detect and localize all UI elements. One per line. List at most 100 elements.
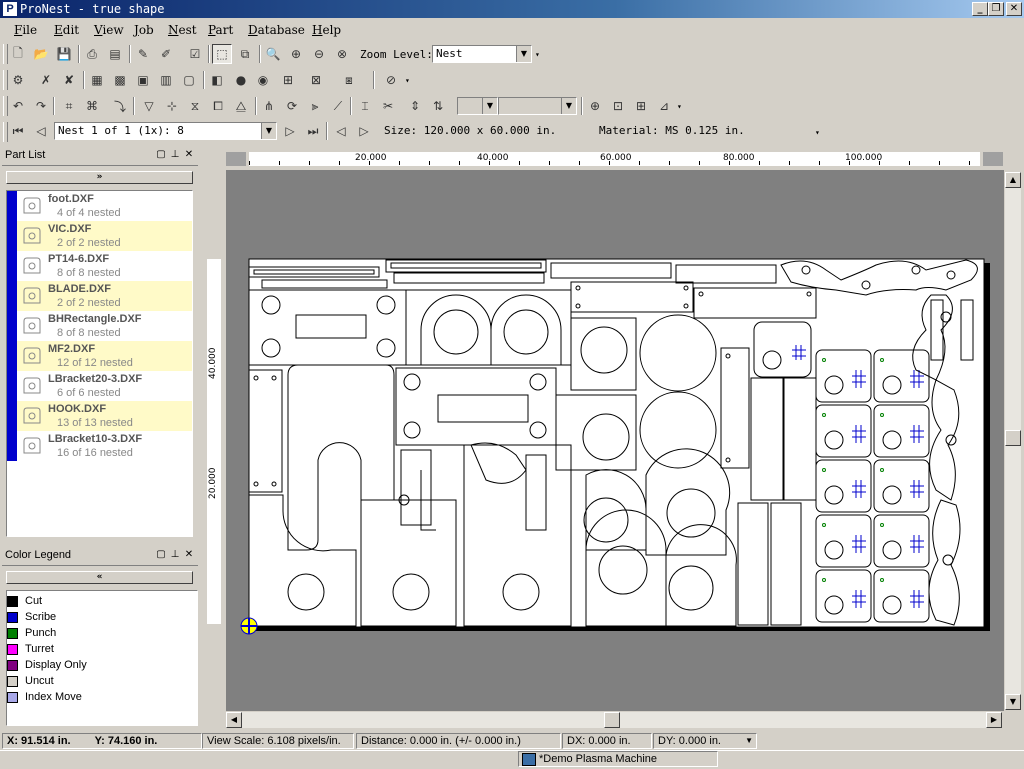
nest-all-icon[interactable]: ▩: [110, 70, 130, 90]
move-down-icon[interactable]: ▽: [139, 96, 159, 116]
grid-tool-icon[interactable]: ⊞: [278, 70, 298, 90]
open-folder-icon[interactable]: 📂: [31, 44, 51, 64]
add-part-icon[interactable]: ⚙: [8, 70, 28, 90]
add-note-icon[interactable]: ⊕: [585, 96, 605, 116]
next-nest-icon[interactable]: ▷: [280, 121, 300, 141]
menu-edit[interactable]: Edit: [50, 22, 83, 38]
restore-button[interactable]: ❐: [988, 2, 1004, 16]
scroll-right-icon[interactable]: ▶: [986, 712, 1002, 728]
part-list-item[interactable]: BHRectangle.DXF 8 of 8 nested: [17, 311, 192, 341]
crop-icon[interactable]: ✂: [378, 96, 398, 116]
disc-icon[interactable]: ●: [231, 70, 251, 90]
part-list-item[interactable]: foot.DXF 4 of 4 nested: [17, 191, 192, 221]
part-list-item[interactable]: LBracket10-3.DXF 16 of 16 nested: [17, 431, 192, 461]
part-list-item[interactable]: PT14-6.DXF 8 of 8 nested: [17, 251, 192, 281]
part-list-item[interactable]: BLADE.DXF 2 of 2 nested: [17, 281, 192, 311]
machine-indicator[interactable]: *Demo Plasma Machine: [518, 751, 718, 767]
align-icon[interactable]: ⫸: [305, 96, 325, 116]
pattern-icon[interactable]: ⊠: [306, 70, 326, 90]
panel-close-icon[interactable]: ✕: [183, 149, 195, 161]
disc-alt-icon[interactable]: ◉: [253, 70, 273, 90]
nest-strip-icon[interactable]: ▢: [179, 70, 199, 90]
previous-nest-icon[interactable]: ◁: [31, 121, 51, 141]
next-sheet-icon[interactable]: ▷: [354, 121, 374, 141]
property-dropdown-1[interactable]: ▼: [457, 97, 498, 115]
menu-nest[interactable]: Nest: [164, 22, 201, 38]
bridge-icon[interactable]: ⧠: [208, 96, 228, 116]
menu-file[interactable]: File: [10, 22, 41, 38]
vertical-scroll-thumb[interactable]: [1005, 430, 1021, 446]
order-icon[interactable]: ⇅: [428, 96, 448, 116]
origin-marker[interactable]: [240, 617, 258, 635]
nest-selector-dropdown[interactable]: Nest 1 of 1 (1x): 8 ▼: [54, 122, 277, 140]
part-list-item[interactable]: LBracket20-3.DXF 6 of 6 nested: [17, 371, 192, 401]
remove-all-parts-icon[interactable]: ✘: [59, 70, 79, 90]
fit-icon[interactable]: ⊡: [608, 96, 628, 116]
zoom-out-icon[interactable]: ⊖: [309, 44, 329, 64]
nest-drawing[interactable]: [226, 170, 1004, 711]
auto-nest-icon[interactable]: ▦: [87, 70, 107, 90]
minimize-button[interactable]: _: [972, 2, 988, 16]
print-icon[interactable]: ⎙: [82, 44, 102, 64]
part-list-item[interactable]: VIC.DXF 2 of 2 nested: [17, 221, 192, 251]
edit-part-icon[interactable]: ✎: [133, 44, 153, 64]
collision-icon[interactable]: ⊞: [631, 96, 651, 116]
zoom-window-icon[interactable]: 🔍: [263, 44, 283, 64]
measure-icon[interactable]: ⟋: [328, 96, 348, 116]
panel-close-icon[interactable]: ✕: [183, 549, 195, 561]
spacing-icon[interactable]: ⇕: [405, 96, 425, 116]
part-list-item[interactable]: MF2.DXF 12 of 12 nested: [17, 341, 192, 371]
rotate-icon[interactable]: ⟳: [282, 96, 302, 116]
center-icon[interactable]: ⊹: [162, 96, 182, 116]
property-dropdown-2[interactable]: ▼: [498, 97, 577, 115]
save-icon[interactable]: 💾: [54, 44, 74, 64]
report-icon[interactable]: ▤: [105, 44, 125, 64]
zoom-in-icon[interactable]: ⊕: [286, 44, 306, 64]
part-list-item[interactable]: HOOK.DXF 13 of 13 nested: [17, 401, 192, 431]
menu-help[interactable]: Help: [308, 22, 345, 38]
ungroup-icon[interactable]: ⌘: [82, 96, 102, 116]
lead-in-icon[interactable]: ⤵: [110, 96, 130, 116]
close-button[interactable]: ✕: [1006, 2, 1022, 16]
sheet-icon[interactable]: ◧: [207, 70, 227, 90]
menu-job[interactable]: Job: [130, 22, 158, 38]
simulate-icon[interactable]: ⊿: [654, 96, 674, 116]
menu-part[interactable]: Part: [204, 22, 237, 38]
scroll-up-icon[interactable]: ▲: [1005, 172, 1021, 188]
zoom-level-dropdown[interactable]: Nest ▼: [432, 45, 532, 63]
undo-icon[interactable]: ↶: [8, 96, 28, 116]
last-nest-icon[interactable]: ⏭: [303, 121, 323, 141]
first-nest-icon[interactable]: ⏮: [8, 121, 28, 141]
edit-nest-icon[interactable]: ✐: [156, 44, 176, 64]
delta-y[interactable]: DY: 0.000 in. ▼: [653, 733, 757, 749]
panel-float-icon[interactable]: ▢: [155, 549, 167, 561]
horizontal-scroll-thumb[interactable]: [604, 712, 620, 728]
redo-icon[interactable]: ↷: [31, 96, 51, 116]
toolbar-overflow-icon[interactable]: ▾: [815, 128, 820, 137]
nest-canvas[interactable]: [226, 170, 1004, 711]
menu-database[interactable]: Database: [244, 22, 309, 38]
nest-array-icon[interactable]: ▥: [156, 70, 176, 90]
panel-float-icon[interactable]: ▢: [155, 149, 167, 161]
clear-nest-icon[interactable]: ⊘: [381, 70, 401, 90]
mirror-icon[interactable]: ⋔: [259, 96, 279, 116]
toolbar-overflow-icon[interactable]: ▾: [677, 102, 682, 111]
common-line-icon[interactable]: ⧋: [231, 96, 251, 116]
toolbar-overflow-icon[interactable]: ▾: [405, 76, 410, 85]
group-icon[interactable]: ⌗: [59, 96, 79, 116]
part-list-collapse-button[interactable]: »: [6, 171, 193, 184]
remove-part-icon[interactable]: ✗: [36, 70, 56, 90]
toolbar-overflow-icon[interactable]: ▾: [535, 50, 540, 59]
select-tool-icon[interactable]: ⬚: [212, 44, 232, 64]
color-legend-collapse-button[interactable]: «: [6, 571, 193, 584]
zoom-extents-icon[interactable]: ⊗: [332, 44, 352, 64]
transform-icon[interactable]: ⧆: [339, 70, 359, 90]
view-icon[interactable]: ⧉: [235, 44, 255, 64]
scroll-down-icon[interactable]: ▼: [1005, 694, 1021, 710]
skeleton-cut-icon[interactable]: ⌶: [355, 96, 375, 116]
nest-sheet-icon[interactable]: ▣: [133, 70, 153, 90]
menu-view[interactable]: View: [90, 22, 128, 38]
cut-sequence-icon[interactable]: ⧖: [185, 96, 205, 116]
previous-sheet-icon[interactable]: ◁: [331, 121, 351, 141]
panel-pin-icon[interactable]: ⊥: [169, 149, 181, 161]
